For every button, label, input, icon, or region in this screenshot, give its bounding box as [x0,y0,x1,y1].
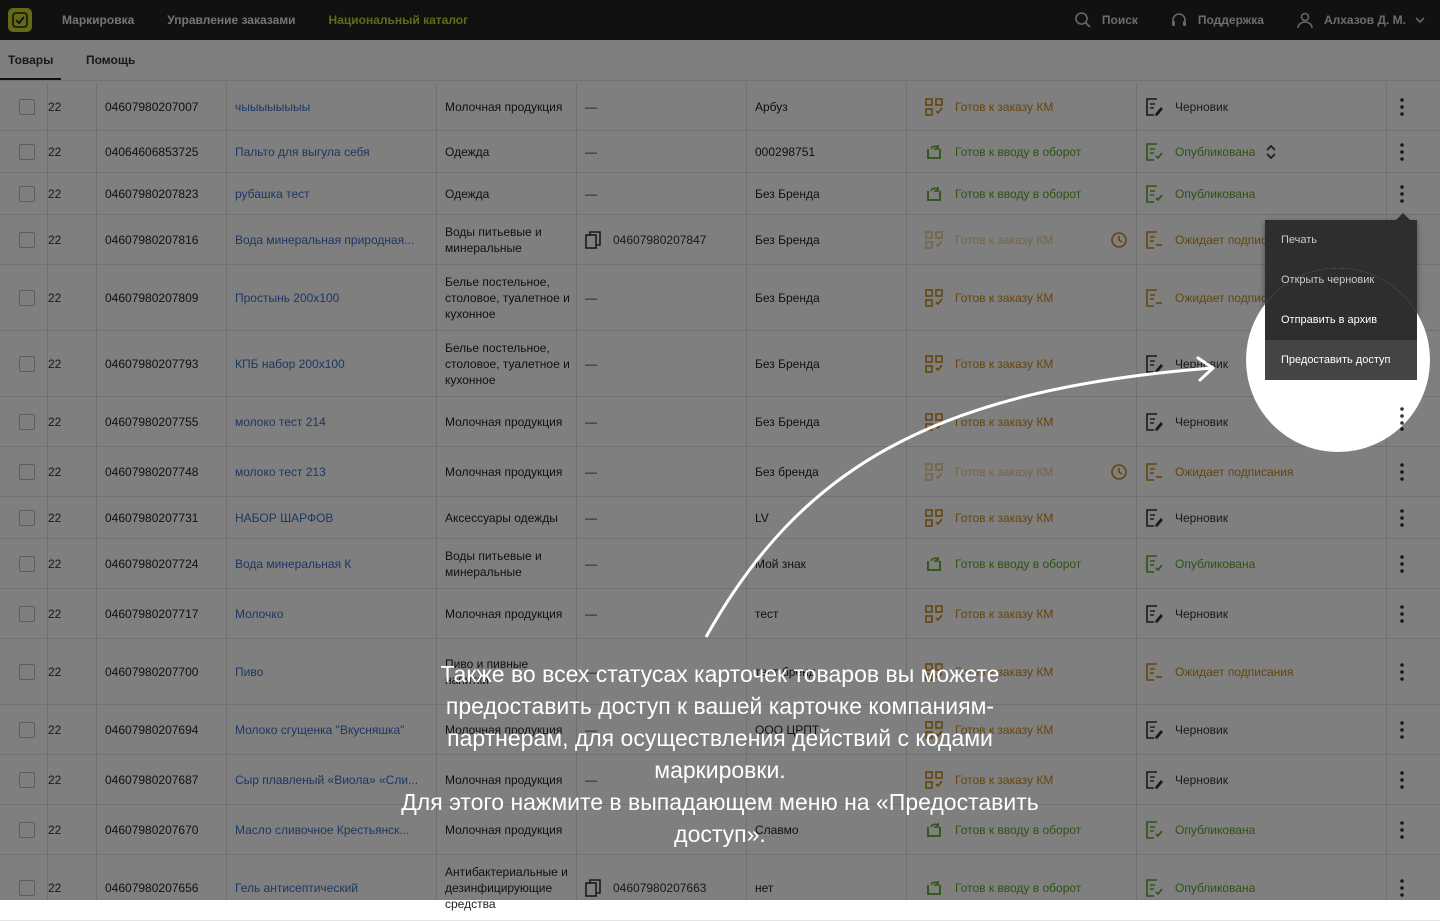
tutorial-caption: Также во всех статусах карточек товаров … [400,658,1040,850]
caption-line-1: Также во всех статусах карточек товаров … [440,661,1000,783]
caption-line-2: Для этого нажмите в выпадающем меню на «… [401,789,1039,847]
